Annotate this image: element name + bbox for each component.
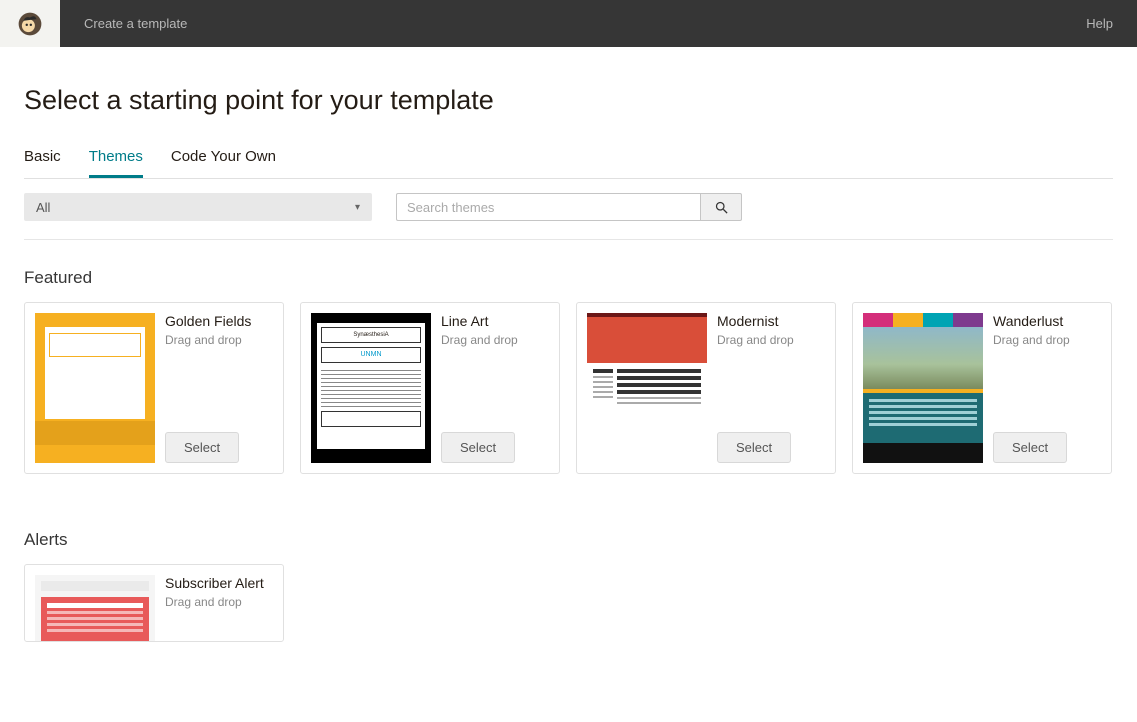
search-input[interactable] bbox=[396, 193, 700, 221]
tab-code-your-own[interactable]: Code Your Own bbox=[171, 148, 276, 178]
chevron-down-icon: ▾ bbox=[355, 202, 360, 213]
page-title: Select a starting point for your templat… bbox=[24, 85, 1113, 116]
card-title: Golden Fields bbox=[165, 313, 273, 329]
breadcrumb[interactable]: Create a template bbox=[60, 16, 1086, 31]
section-heading-alerts: Alerts bbox=[24, 530, 1113, 550]
card-subtitle: Drag and drop bbox=[441, 333, 549, 347]
card-title: Modernist bbox=[717, 313, 825, 329]
template-thumbnail: SynæsthesiA UNMN bbox=[311, 313, 431, 463]
template-card-wanderlust: Wanderlust Drag and drop Select bbox=[852, 302, 1112, 474]
template-card-subscriber-alert: Subscriber Alert Drag and drop bbox=[24, 564, 284, 642]
card-title: Wanderlust bbox=[993, 313, 1101, 329]
mailchimp-logo[interactable] bbox=[0, 0, 60, 47]
template-thumbnail bbox=[587, 313, 707, 463]
template-card-modernist: Modernist Drag and drop Select bbox=[576, 302, 836, 474]
template-card-golden-fields: Golden Fields Drag and drop Select bbox=[24, 302, 284, 474]
card-title: Line Art bbox=[441, 313, 549, 329]
card-subtitle: Drag and drop bbox=[717, 333, 825, 347]
template-thumbnail bbox=[863, 313, 983, 463]
template-thumbnail bbox=[35, 313, 155, 463]
section-heading-featured: Featured bbox=[24, 268, 1113, 288]
search-button[interactable] bbox=[700, 193, 742, 221]
category-dropdown[interactable]: All ▾ bbox=[24, 193, 372, 221]
search-icon bbox=[714, 200, 729, 215]
featured-grid: Golden Fields Drag and drop Select Synæs… bbox=[24, 302, 1113, 474]
card-subtitle: Drag and drop bbox=[165, 595, 273, 609]
tab-themes[interactable]: Themes bbox=[89, 148, 143, 178]
search-wrap bbox=[396, 193, 742, 221]
tab-basic[interactable]: Basic bbox=[24, 148, 61, 178]
tabs: Basic Themes Code Your Own bbox=[24, 148, 1113, 179]
template-card-line-art: SynæsthesiA UNMN Line Art Drag and drop … bbox=[300, 302, 560, 474]
card-subtitle: Drag and drop bbox=[993, 333, 1101, 347]
select-button[interactable]: Select bbox=[441, 432, 515, 463]
template-thumbnail bbox=[35, 575, 155, 642]
dropdown-value: All bbox=[36, 200, 50, 215]
select-button[interactable]: Select bbox=[165, 432, 239, 463]
page-content: Select a starting point for your templat… bbox=[0, 47, 1137, 722]
divider bbox=[24, 239, 1113, 240]
card-subtitle: Drag and drop bbox=[165, 333, 273, 347]
filter-row: All ▾ bbox=[24, 193, 1113, 221]
card-title: Subscriber Alert bbox=[165, 575, 273, 591]
select-button[interactable]: Select bbox=[993, 432, 1067, 463]
select-button[interactable]: Select bbox=[717, 432, 791, 463]
help-link[interactable]: Help bbox=[1086, 16, 1137, 31]
top-bar: Create a template Help bbox=[0, 0, 1137, 47]
alerts-grid: Subscriber Alert Drag and drop bbox=[24, 564, 1113, 642]
